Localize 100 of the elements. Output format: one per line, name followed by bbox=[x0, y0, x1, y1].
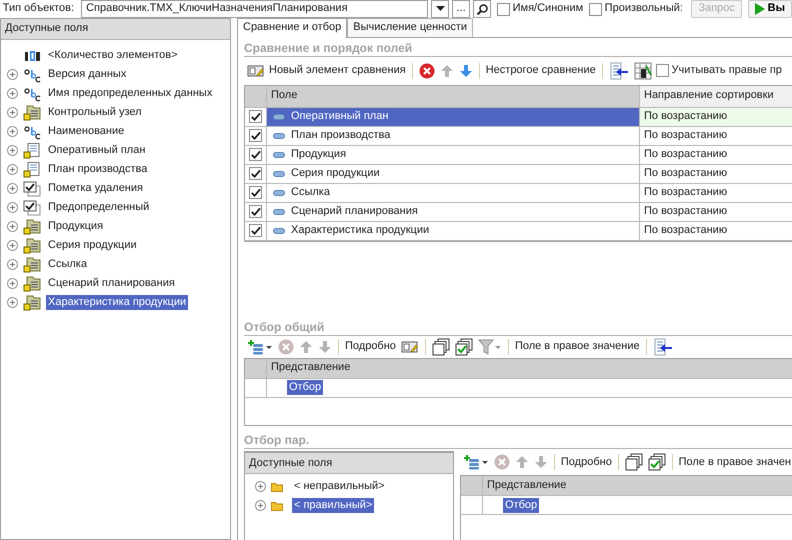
tick-icon bbox=[250, 225, 261, 236]
table-cell-text: По возрастанию bbox=[643, 128, 728, 143]
checkbox[interactable] bbox=[588, 2, 602, 16]
toolbar-button[interactable] bbox=[652, 338, 674, 356]
toolbar-button[interactable]: Подробно bbox=[560, 453, 613, 472]
expand-icon[interactable] bbox=[7, 126, 18, 137]
tree-item[interactable]: Предопределенный bbox=[46, 200, 152, 216]
toolbar-button[interactable] bbox=[624, 453, 644, 472]
table-cell[interactable]: Ссылка bbox=[267, 184, 640, 202]
copy-icon bbox=[432, 338, 450, 356]
new-item-button[interactable]: Новый элемент сравнения bbox=[246, 62, 407, 80]
tree-item[interactable]: Имя предопределенных данных bbox=[46, 86, 214, 102]
toolbar-button[interactable] bbox=[430, 338, 451, 356]
text-type-icon bbox=[23, 86, 41, 102]
tree-item[interactable]: < правильный> bbox=[292, 498, 374, 514]
section-title: Сравнение и порядок полей bbox=[244, 42, 792, 57]
table-cell[interactable]: План производства bbox=[267, 126, 640, 144]
arrow-left-icon bbox=[652, 338, 673, 356]
tick-icon bbox=[250, 206, 261, 217]
expand-icon[interactable] bbox=[255, 481, 266, 492]
table-cell[interactable]: Продукция bbox=[267, 146, 640, 164]
tree-item[interactable]: Наименование bbox=[46, 124, 126, 140]
tree-item[interactable]: <Количество элементов> bbox=[46, 48, 180, 64]
table-cell[interactable]: Серия продукции bbox=[267, 164, 640, 182]
toolbar-button[interactable]: Подробно bbox=[344, 338, 397, 356]
checkbox[interactable] bbox=[496, 2, 510, 16]
expand-icon[interactable] bbox=[7, 164, 18, 175]
checkbox[interactable] bbox=[249, 186, 262, 199]
choose-button[interactable]: ... bbox=[452, 0, 470, 18]
dash-icon bbox=[273, 132, 285, 138]
tree-item[interactable]: Контрольный узел bbox=[46, 104, 144, 120]
expand-icon[interactable] bbox=[7, 107, 18, 118]
table-cell: По возрастанию bbox=[640, 108, 792, 126]
folder-icon bbox=[23, 256, 41, 272]
tree-item[interactable]: Оперативный план bbox=[46, 142, 148, 158]
expand-icon[interactable] bbox=[7, 297, 18, 308]
checkbox[interactable] bbox=[656, 64, 669, 78]
grid-icon bbox=[634, 62, 652, 80]
tick-icon bbox=[250, 168, 261, 179]
expand-icon[interactable] bbox=[7, 69, 18, 80]
tab[interactable]: Вычисление ценности bbox=[347, 18, 474, 37]
toolbar-button[interactable]: Поле в правое значен bbox=[678, 453, 792, 472]
expand-icon[interactable] bbox=[7, 240, 18, 251]
table-cell[interactable]: Отбор bbox=[287, 380, 324, 396]
tree-item[interactable]: Версия данных bbox=[46, 66, 128, 82]
table-cell-text: По возрастанию bbox=[643, 146, 728, 162]
document-icon bbox=[23, 162, 41, 178]
tree-item[interactable]: Пометка удаления bbox=[46, 180, 145, 196]
expand-icon[interactable] bbox=[7, 183, 18, 194]
checkbox-icon bbox=[23, 200, 41, 216]
dash-icon bbox=[273, 228, 285, 234]
checkbox[interactable] bbox=[249, 167, 262, 180]
toolbar-button[interactable] bbox=[608, 62, 630, 80]
section-title: Отбор общий bbox=[244, 320, 792, 336]
search-icon bbox=[476, 4, 488, 14]
expand-icon[interactable] bbox=[255, 500, 266, 512]
toolbar-button[interactable] bbox=[454, 338, 474, 356]
object-type-field[interactable]: Справочник.ТМХ_КлючиНазначенияПланирования bbox=[81, 0, 428, 18]
check-all-icon bbox=[454, 338, 473, 356]
expand-icon[interactable] bbox=[7, 145, 18, 156]
toolbar-button[interactable]: Нестрогое сравнение bbox=[484, 62, 597, 80]
toolbar-button[interactable] bbox=[632, 62, 653, 80]
tick-icon bbox=[250, 187, 261, 198]
table-cell-text: По возрастанию bbox=[643, 222, 728, 238]
column-header: Представление bbox=[486, 478, 568, 494]
dropdown-button[interactable] bbox=[431, 0, 450, 18]
arrow-left-icon bbox=[608, 62, 629, 80]
toolbar-button[interactable] bbox=[646, 453, 667, 472]
tree-item[interactable]: < неправильный> bbox=[292, 479, 387, 494]
expand-icon[interactable] bbox=[7, 221, 18, 232]
checkbox[interactable] bbox=[249, 224, 262, 237]
checkbox[interactable] bbox=[249, 110, 262, 123]
expand-icon[interactable] bbox=[7, 259, 18, 270]
checkbox[interactable] bbox=[249, 205, 262, 218]
toolbar-button[interactable]: Поле в правое значение bbox=[514, 338, 641, 356]
expand-icon[interactable] bbox=[7, 88, 18, 99]
tree-item[interactable]: Ссылка bbox=[46, 256, 89, 272]
tree-item[interactable]: Серия продукции bbox=[46, 238, 139, 254]
dash-icon bbox=[273, 152, 285, 158]
tree-item[interactable]: Сценарий планирования bbox=[46, 276, 177, 292]
field-name: Продукция bbox=[291, 148, 346, 162]
expand-icon[interactable] bbox=[7, 202, 18, 213]
filter-icon bbox=[478, 338, 502, 356]
run-button[interactable]: Вы bbox=[748, 0, 792, 18]
search-button[interactable] bbox=[473, 0, 492, 18]
table-cell[interactable]: Сценарий планирования bbox=[267, 202, 640, 220]
checkbox[interactable] bbox=[249, 129, 262, 142]
table-cell[interactable]: Отбор bbox=[503, 498, 540, 513]
expand-icon[interactable] bbox=[7, 278, 18, 289]
document-icon bbox=[23, 142, 41, 158]
tree-item[interactable]: Продукция bbox=[46, 218, 106, 234]
table-cell-text: По возрастанию bbox=[643, 184, 728, 200]
checkbox[interactable] bbox=[249, 148, 262, 161]
table-cell[interactable]: Характеристика продукции bbox=[267, 222, 640, 240]
arrow-down-icon bbox=[534, 455, 548, 470]
tree-item[interactable]: Характеристика продукции bbox=[46, 294, 188, 310]
tree-item[interactable]: План производства bbox=[46, 162, 150, 178]
field-name: Серия продукции bbox=[291, 166, 380, 180]
table-cell[interactable]: Оперативный план bbox=[267, 108, 640, 126]
tab[interactable]: Сравнение и отбор bbox=[237, 18, 348, 38]
